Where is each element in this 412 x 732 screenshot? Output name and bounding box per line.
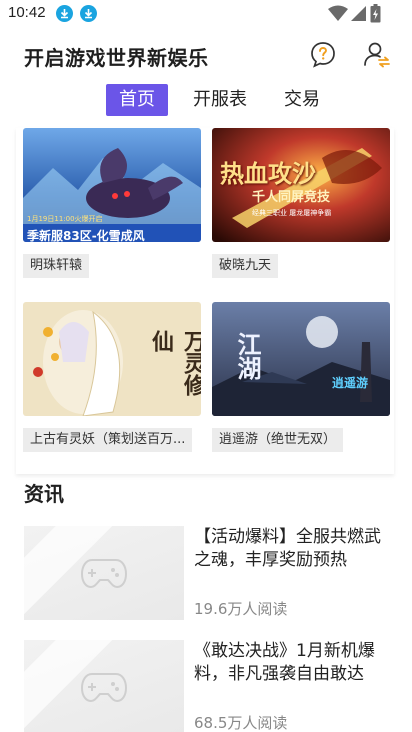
signal-icon (351, 6, 366, 21)
news-section-heading: 资讯 (24, 482, 64, 506)
status-bar: 10:42 (0, 0, 412, 28)
news-item[interactable]: 《敢达决战》1月新机爆料，非凡强袭自由敢达 68.5万人阅读 (0, 640, 412, 732)
game-cover-image[interactable]: 热血攻沙 千人同屏竞技 经典三职业 屠龙屠神争霸 (212, 128, 390, 242)
app-header: 开启游戏世界新娱乐 (0, 28, 412, 88)
news-item[interactable]: 【活动爆料】全服共燃武之魂，丰厚奖励预热 19.6万人阅读 (0, 526, 412, 636)
battery-icon (370, 4, 381, 23)
download-icon (56, 5, 73, 22)
news-view-count: 19.6万人阅读 (194, 600, 288, 618)
game-cover-caption: 季新服83区-化雪成风 (27, 229, 145, 242)
game-cover-subtitle: 逍遥游 (332, 376, 369, 390)
help-chat-button[interactable] (308, 40, 338, 70)
news-title[interactable]: 《敢达决战》1月新机爆料，非凡强袭自由敢达 (194, 640, 390, 686)
wifi-icon (328, 5, 348, 21)
main-tabs: 首页 开服表 交易 (0, 84, 412, 118)
news-thumbnail-placeholder[interactable] (24, 526, 184, 620)
user-switch-icon (364, 42, 390, 68)
game-name[interactable]: 上古有灵妖（策划送百万... (23, 428, 193, 452)
game-cover-subtitle: 千人同屏竞技 (252, 190, 331, 205)
tab-server-list[interactable]: 开服表 (188, 84, 252, 116)
gamepad-icon (80, 559, 128, 589)
gamepad-icon (80, 673, 128, 703)
game-cover-caption: 江湖 (233, 332, 262, 380)
game-cover-note: 经典三职业 屠龙屠神争霸 (252, 209, 332, 217)
game-cover-image[interactable]: 季新服83区-化雪成风 1月19日11:00火爆开启 (23, 128, 201, 242)
help-chat-icon (311, 42, 335, 68)
tab-home[interactable]: 首页 (106, 84, 168, 116)
page-title: 开启游戏世界新娱乐 (24, 46, 209, 70)
news-view-count: 68.5万人阅读 (194, 714, 288, 732)
game-grid: 季新服83区-化雪成风 1月19日11:00火爆开启 明珠轩辕 热血攻沙 千人同… (16, 128, 394, 474)
game-cover-image[interactable]: 万灵修仙 (23, 302, 201, 416)
game-cover-image[interactable]: 江湖 逍遥游 (212, 302, 390, 416)
news-title[interactable]: 【活动爆料】全服共燃武之魂，丰厚奖励预热 (194, 526, 390, 572)
game-name[interactable]: 明珠轩辕 (23, 254, 90, 278)
game-cover-caption: 热血攻沙 (220, 159, 316, 188)
news-thumbnail-placeholder[interactable] (24, 640, 184, 732)
status-time: 10:42 (8, 4, 46, 21)
tab-trade[interactable]: 交易 (278, 84, 326, 116)
game-name[interactable]: 逍遥游（绝世无双） (212, 428, 344, 452)
download-icon (80, 5, 97, 22)
user-account-button[interactable] (362, 40, 392, 70)
game-name[interactable]: 破晓九天 (212, 254, 279, 278)
game-cover-note: 1月19日11:00火爆开启 (27, 215, 103, 223)
game-cover-caption: 万灵修仙 (148, 330, 201, 396)
